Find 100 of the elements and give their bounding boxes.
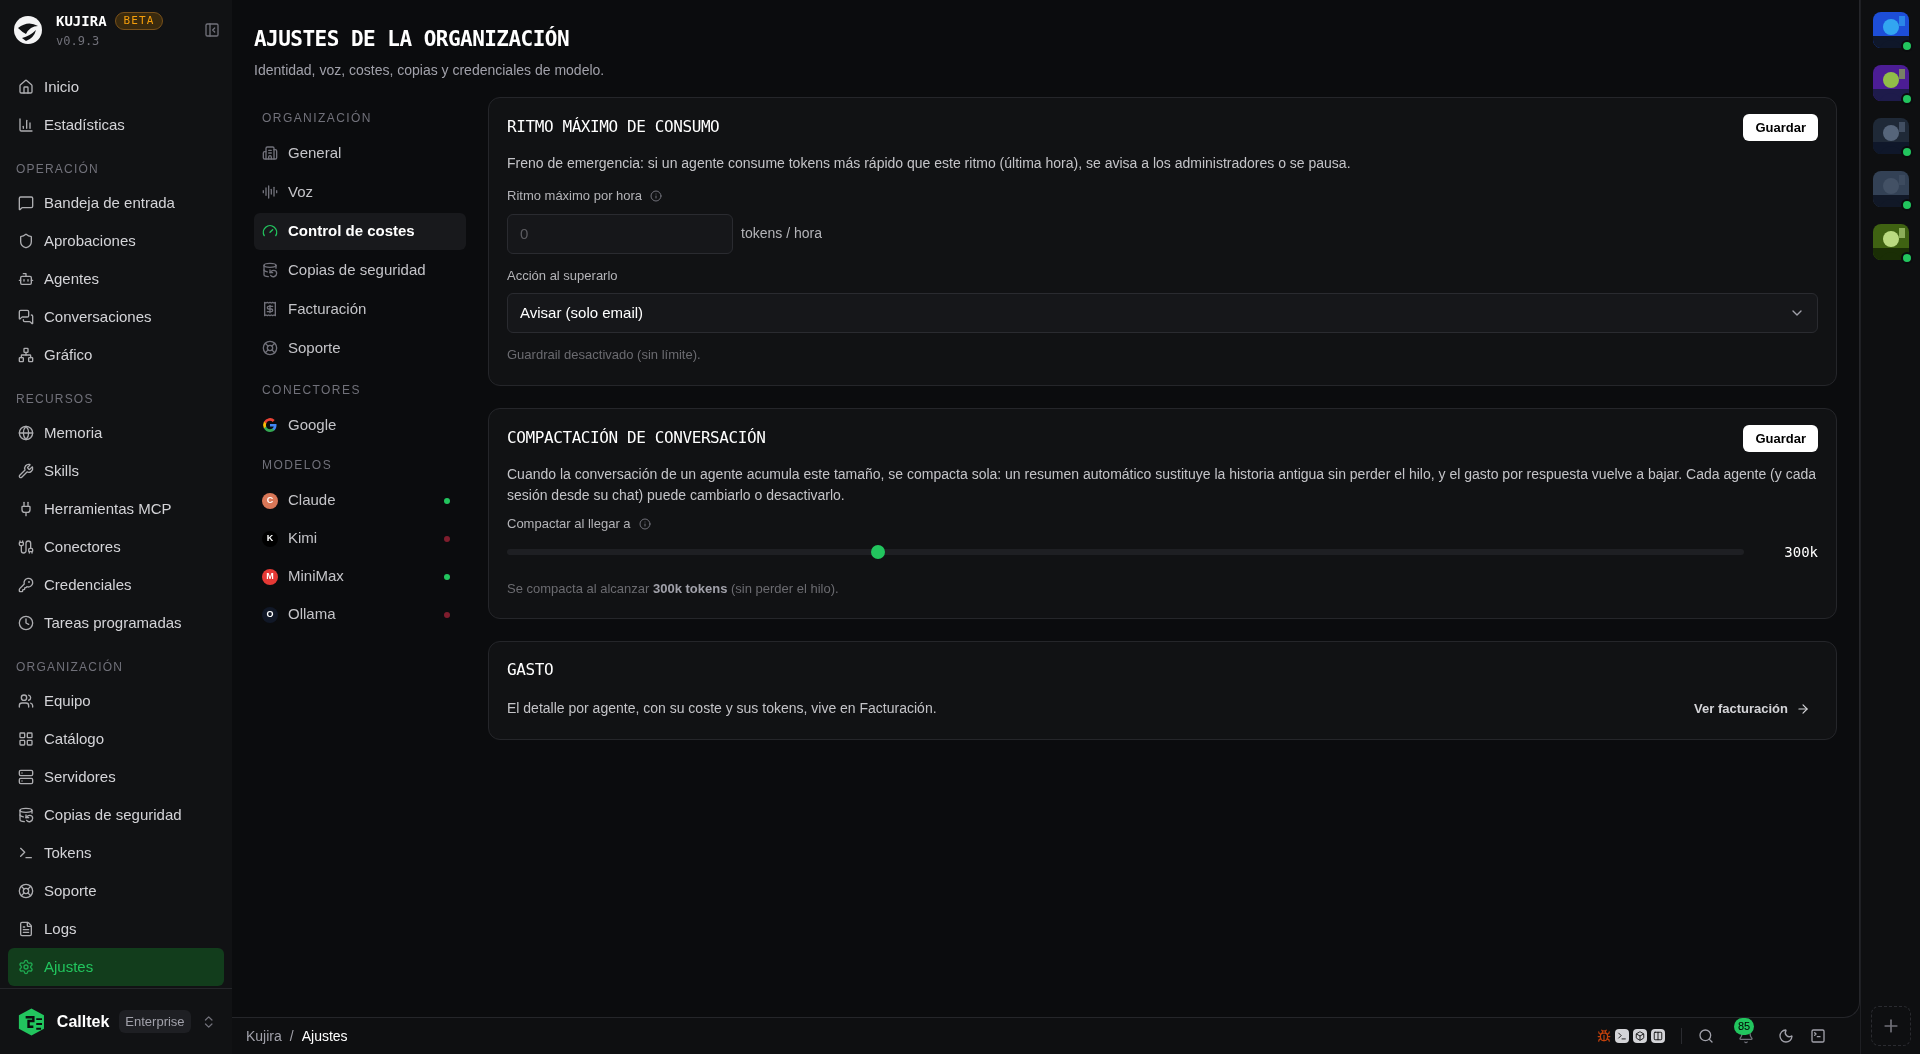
logo-icon — [12, 14, 44, 46]
sidebar-item[interactable]: Catálogo — [8, 720, 224, 758]
breadcrumb-item[interactable]: Kujira — [246, 1025, 282, 1047]
model-item[interactable]: M MiniMax — [254, 557, 466, 596]
item-icon — [18, 233, 34, 249]
item-icon — [262, 340, 278, 356]
info-icon[interactable] — [638, 517, 651, 530]
card-description: Freno de emergencia: si un agente consume tokens más rápido que este ritmo (última hora), se avisa a los administradores o se pausa. — [507, 154, 1352, 173]
sidebar-item[interactable]: Tareas programadas — [8, 604, 224, 642]
add-button[interactable] — [1870, 1006, 1911, 1046]
sidebar-item[interactable]: Ajustes — [8, 948, 224, 986]
sidebar-item[interactable]: Inicio — [8, 68, 224, 106]
theme-icon[interactable] — [1778, 1028, 1794, 1044]
page-title: AJUSTES DE LA ORGANIZACIÓN — [254, 25, 571, 53]
item-icon — [18, 883, 34, 899]
sidebar-item[interactable]: Bandeja de entrada — [8, 184, 224, 222]
sidebar-item[interactable]: Logs — [8, 910, 224, 948]
item-icon — [18, 463, 34, 479]
settings-nav-item[interactable]: Facturación — [254, 290, 466, 328]
settings-nav-item[interactable]: Voz — [254, 173, 466, 211]
columns-tool-icon[interactable] — [1651, 1029, 1665, 1043]
beta-badge: BETA — [114, 11, 164, 31]
sidebar-item[interactable]: Conectores — [8, 528, 224, 566]
item-icon — [18, 693, 34, 709]
breadcrumb-separator: / — [289, 1026, 294, 1046]
sidebar-item[interactable]: Herramientas MCP — [8, 490, 224, 528]
rate-input-field[interactable]: 0 — [507, 213, 733, 254]
settings-nav-item[interactable]: Google — [254, 406, 466, 444]
sidebar-item[interactable]: Soporte — [8, 872, 224, 910]
item-icon — [18, 117, 34, 133]
section-heading: OPERACIÓN — [15, 160, 100, 178]
model-item[interactable]: C Claude — [254, 481, 466, 520]
model-avatar: O — [262, 606, 278, 623]
item-icon — [18, 845, 34, 861]
field-label: Compactar al llegar a — [507, 515, 631, 533]
sidebar-item[interactable]: Aprobaciones — [8, 222, 224, 260]
sidebar-item[interactable]: Servidores — [8, 758, 224, 796]
sidebar-item[interactable]: Agentes — [8, 260, 224, 298]
sidebar-item[interactable]: Conversaciones — [8, 298, 224, 336]
item-icon — [18, 347, 34, 363]
section-heading: ORGANIZACIÓN — [261, 109, 373, 127]
item-icon — [18, 309, 34, 325]
sidebar-item[interactable]: Skills — [8, 452, 224, 490]
model-item[interactable]: K Kimi — [254, 519, 466, 558]
notification-count: 85 — [1734, 1018, 1755, 1035]
item-icon — [262, 145, 278, 161]
company-name: Calltek — [56, 1011, 110, 1032]
action-select[interactable]: Avisar (solo email) — [507, 293, 1818, 333]
item-icon — [18, 921, 34, 937]
page-subtitle: Identidad, voz, costes, copias y credenciales de modelo. — [254, 60, 606, 80]
item-icon — [18, 807, 34, 823]
google-icon — [262, 417, 278, 433]
info-icon[interactable] — [650, 189, 663, 202]
card-description: Cuando la conversación de un agente acumula este tamaño, se compacta sola: un resumen automático sustituye la historia antigua sin perder el hilo, y el gasto por respuesta vuelve a bajar. Cada agente (y cada sesión desde su chat) puede cambiarlo o desactivarlo. — [507, 465, 1817, 505]
card-description: El detalle por agente, con su coste y sus tokens, vive en Facturación. — [507, 699, 937, 718]
sidebar-item[interactable]: Estadísticas — [8, 106, 224, 144]
settings-nav-item[interactable]: General — [254, 134, 466, 172]
item-icon — [18, 769, 34, 785]
model-avatar: M — [262, 568, 278, 585]
item-icon — [262, 301, 278, 317]
hint-text: Guardrail desactivado (sin límite). — [507, 346, 702, 364]
field-label: Acción al superarlo — [507, 266, 619, 285]
item-icon — [262, 223, 278, 239]
version-label: v0.9.3 — [56, 32, 101, 50]
sidebar-item[interactable]: Credenciales — [8, 566, 224, 604]
save-button[interactable]: Guardar — [1743, 424, 1818, 452]
item-icon — [18, 731, 34, 747]
hint-text: Se compacta al alcanzar 300k tokens (sin perder el hilo). — [507, 579, 840, 598]
sidebar-item[interactable]: Copias de seguridad — [8, 796, 224, 834]
bug-icon[interactable] — [1597, 1029, 1611, 1043]
section-heading: RECURSOS — [15, 391, 95, 408]
slider-reading: 300k — [1784, 542, 1818, 562]
card-title: COMPACTACIÓN DE CONVERSACIÓN — [507, 427, 766, 450]
item-icon — [18, 539, 34, 555]
section-heading: MODELOS — [261, 456, 334, 474]
settings-nav-item[interactable]: Soporte — [254, 329, 466, 367]
brand-name: KUJIRA — [56, 11, 107, 31]
settings-nav-item[interactable]: Control de costes — [254, 212, 466, 250]
terminal-tool-icon[interactable] — [1615, 1029, 1629, 1043]
field-label: Ritmo máximo por hora — [507, 187, 643, 205]
search-icon[interactable] — [1698, 1028, 1714, 1044]
box-tool-icon[interactable] — [1633, 1029, 1647, 1043]
settings-nav-item[interactable]: Copias de seguridad — [254, 251, 466, 289]
breadcrumb-item[interactable]: Ajustes — [301, 1025, 348, 1047]
model-avatar: C — [262, 492, 278, 509]
item-icon — [262, 184, 278, 200]
collapse-sidebar-icon[interactable] — [204, 22, 220, 38]
sidebar-item[interactable]: Tokens — [8, 834, 224, 872]
model-item[interactable]: O Ollama — [254, 595, 466, 634]
item-icon — [18, 271, 34, 287]
item-icon — [262, 262, 278, 278]
slider-thumb[interactable] — [871, 545, 886, 559]
save-button[interactable]: Guardar — [1743, 113, 1818, 141]
sidebar-item[interactable]: Equipo — [8, 682, 224, 720]
sidebar-item[interactable]: Memoria — [8, 414, 224, 452]
billing-link[interactable]: Ver facturación — [1694, 698, 1810, 719]
sidebar-item[interactable]: Gráfico — [8, 336, 224, 374]
terminal-icon[interactable] — [1810, 1028, 1826, 1044]
unit-label: tokens / hora — [741, 224, 822, 243]
item-icon — [18, 79, 34, 95]
